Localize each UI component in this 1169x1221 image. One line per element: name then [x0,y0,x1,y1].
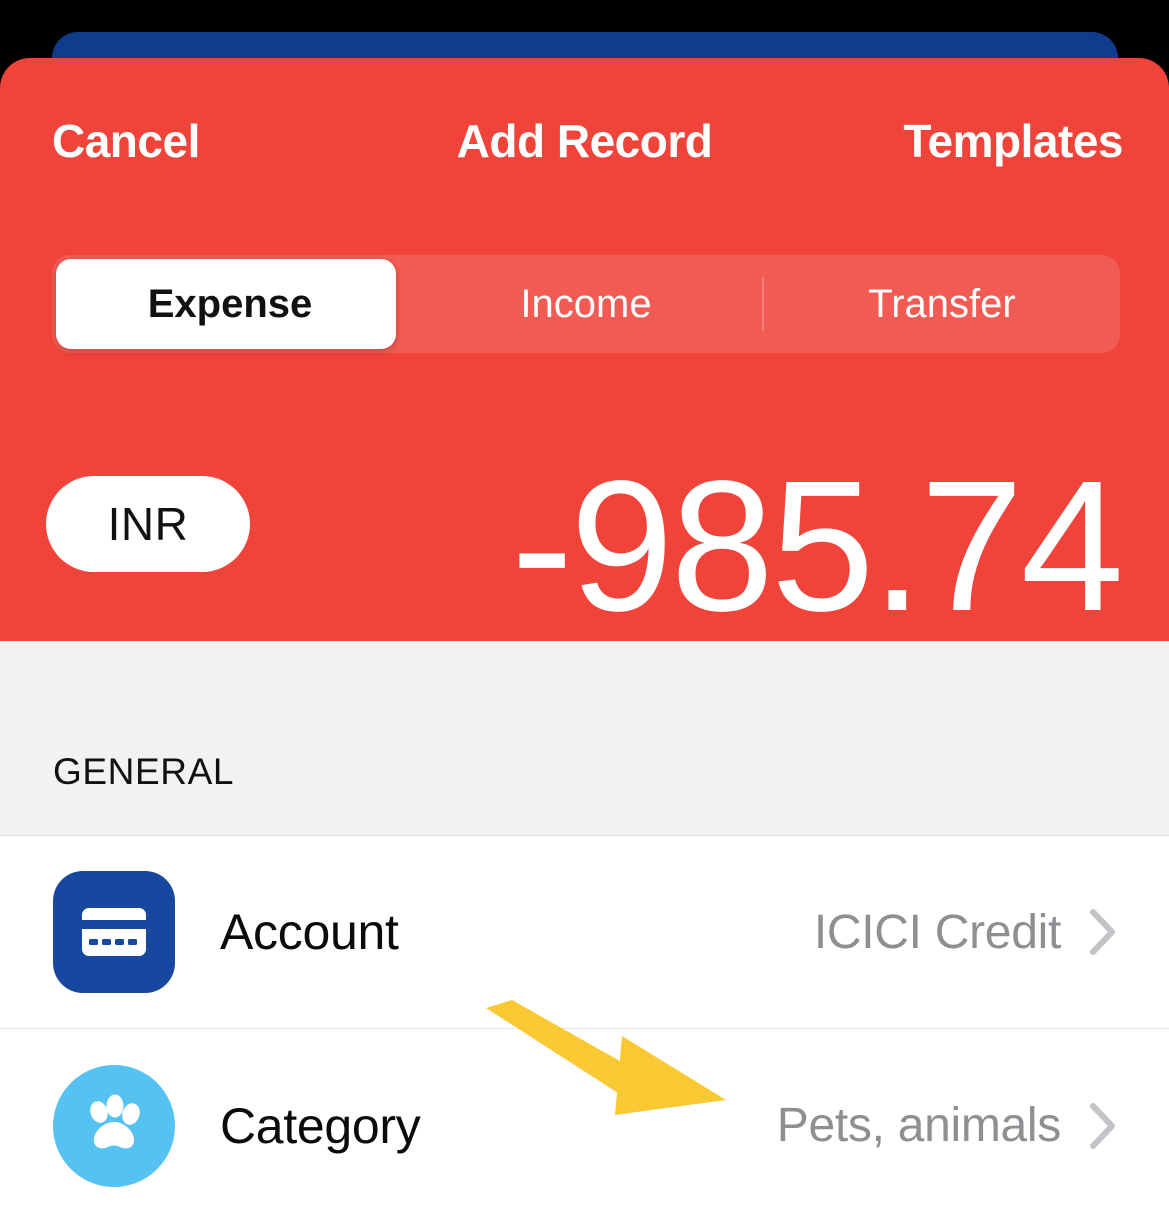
category-icon-wrap [53,1064,175,1187]
section-header-general: GENERAL [0,641,1169,836]
row-value-category[interactable]: Pets, animals [777,1098,1062,1153]
form-row-account[interactable]: Account ICICI Credit [0,836,1169,1029]
app-screen: Cancel Add Record Templates Expense Inco… [0,0,1169,1221]
form-row-category[interactable]: Category Pets, animals [0,1029,1169,1221]
row-value-account[interactable]: ICICI Credit [814,905,1061,960]
section-title: GENERAL [53,751,235,792]
amount-value[interactable]: -985.74 [511,454,1124,640]
tab-transfer[interactable]: Transfer [764,255,1120,353]
record-form-list: GENERAL Account ICICI Credit Category Pe… [0,641,1169,1221]
paw-print-icon [53,1064,175,1187]
chevron-right-icon[interactable] [1085,1100,1121,1152]
tab-income[interactable]: Income [408,255,764,353]
chevron-right-icon[interactable] [1085,906,1121,958]
templates-button[interactable]: Templates [903,114,1123,168]
navbar: Cancel Add Record Templates [0,106,1169,176]
tab-expense[interactable]: Expense [52,255,408,353]
row-label-account: Account [220,904,399,960]
row-label-category: Category [220,1097,421,1154]
record-type-segmented-control[interactable]: Expense Income Transfer [52,255,1120,353]
currency-button[interactable]: INR [46,476,250,572]
amount-row: INR -985.74 [0,454,1169,640]
add-record-sheet: Cancel Add Record Templates Expense Inco… [0,58,1169,641]
credit-card-icon [53,871,175,993]
account-icon-wrap [53,871,175,993]
